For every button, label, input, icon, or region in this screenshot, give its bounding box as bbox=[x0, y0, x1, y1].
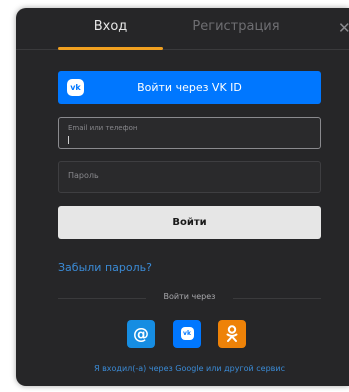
tab-login-label: Вход bbox=[93, 19, 128, 34]
email-field[interactable]: Email или телефон bbox=[58, 117, 321, 149]
vk-icon: vk bbox=[180, 327, 194, 340]
odnoklassniki-icon bbox=[226, 325, 238, 342]
forgot-password-link[interactable]: Забыли пароль? bbox=[58, 261, 152, 274]
login-submit-button[interactable]: Войти bbox=[58, 206, 321, 239]
close-icon[interactable]: ✕ bbox=[338, 20, 349, 36]
vk-logo-icon: vk bbox=[67, 79, 84, 96]
auth-tabs: Вход Регистрация bbox=[16, 8, 349, 50]
password-placeholder: Пароль bbox=[68, 171, 99, 180]
tab-register-label: Регистрация bbox=[192, 19, 280, 34]
google-login-link[interactable]: Я входил(-а) через Google или другой сер… bbox=[58, 364, 321, 373]
vk-login-button[interactable]: vk bbox=[173, 320, 201, 348]
password-field[interactable]: Пароль bbox=[58, 161, 321, 193]
email-placeholder: Email или телефон bbox=[68, 124, 138, 132]
ok-login-button[interactable] bbox=[218, 320, 246, 348]
vk-id-login-label: Войти через VK ID bbox=[137, 81, 242, 94]
login-modal: Вход Регистрация ✕ vk Войти через VK ID … bbox=[16, 8, 349, 386]
divider-right bbox=[233, 298, 321, 299]
tab-register[interactable]: Регистрация bbox=[178, 19, 294, 49]
mail-ru-login-button[interactable]: @ bbox=[127, 320, 155, 348]
mail-ru-icon: @ bbox=[133, 324, 149, 343]
social-divider-label: Войти через bbox=[163, 292, 216, 301]
active-tab-indicator bbox=[58, 47, 163, 50]
tab-login[interactable]: Вход bbox=[58, 19, 163, 50]
vk-id-login-button[interactable]: vk Войти через VK ID bbox=[58, 71, 321, 104]
divider-left bbox=[58, 298, 146, 299]
text-caret bbox=[68, 136, 69, 144]
